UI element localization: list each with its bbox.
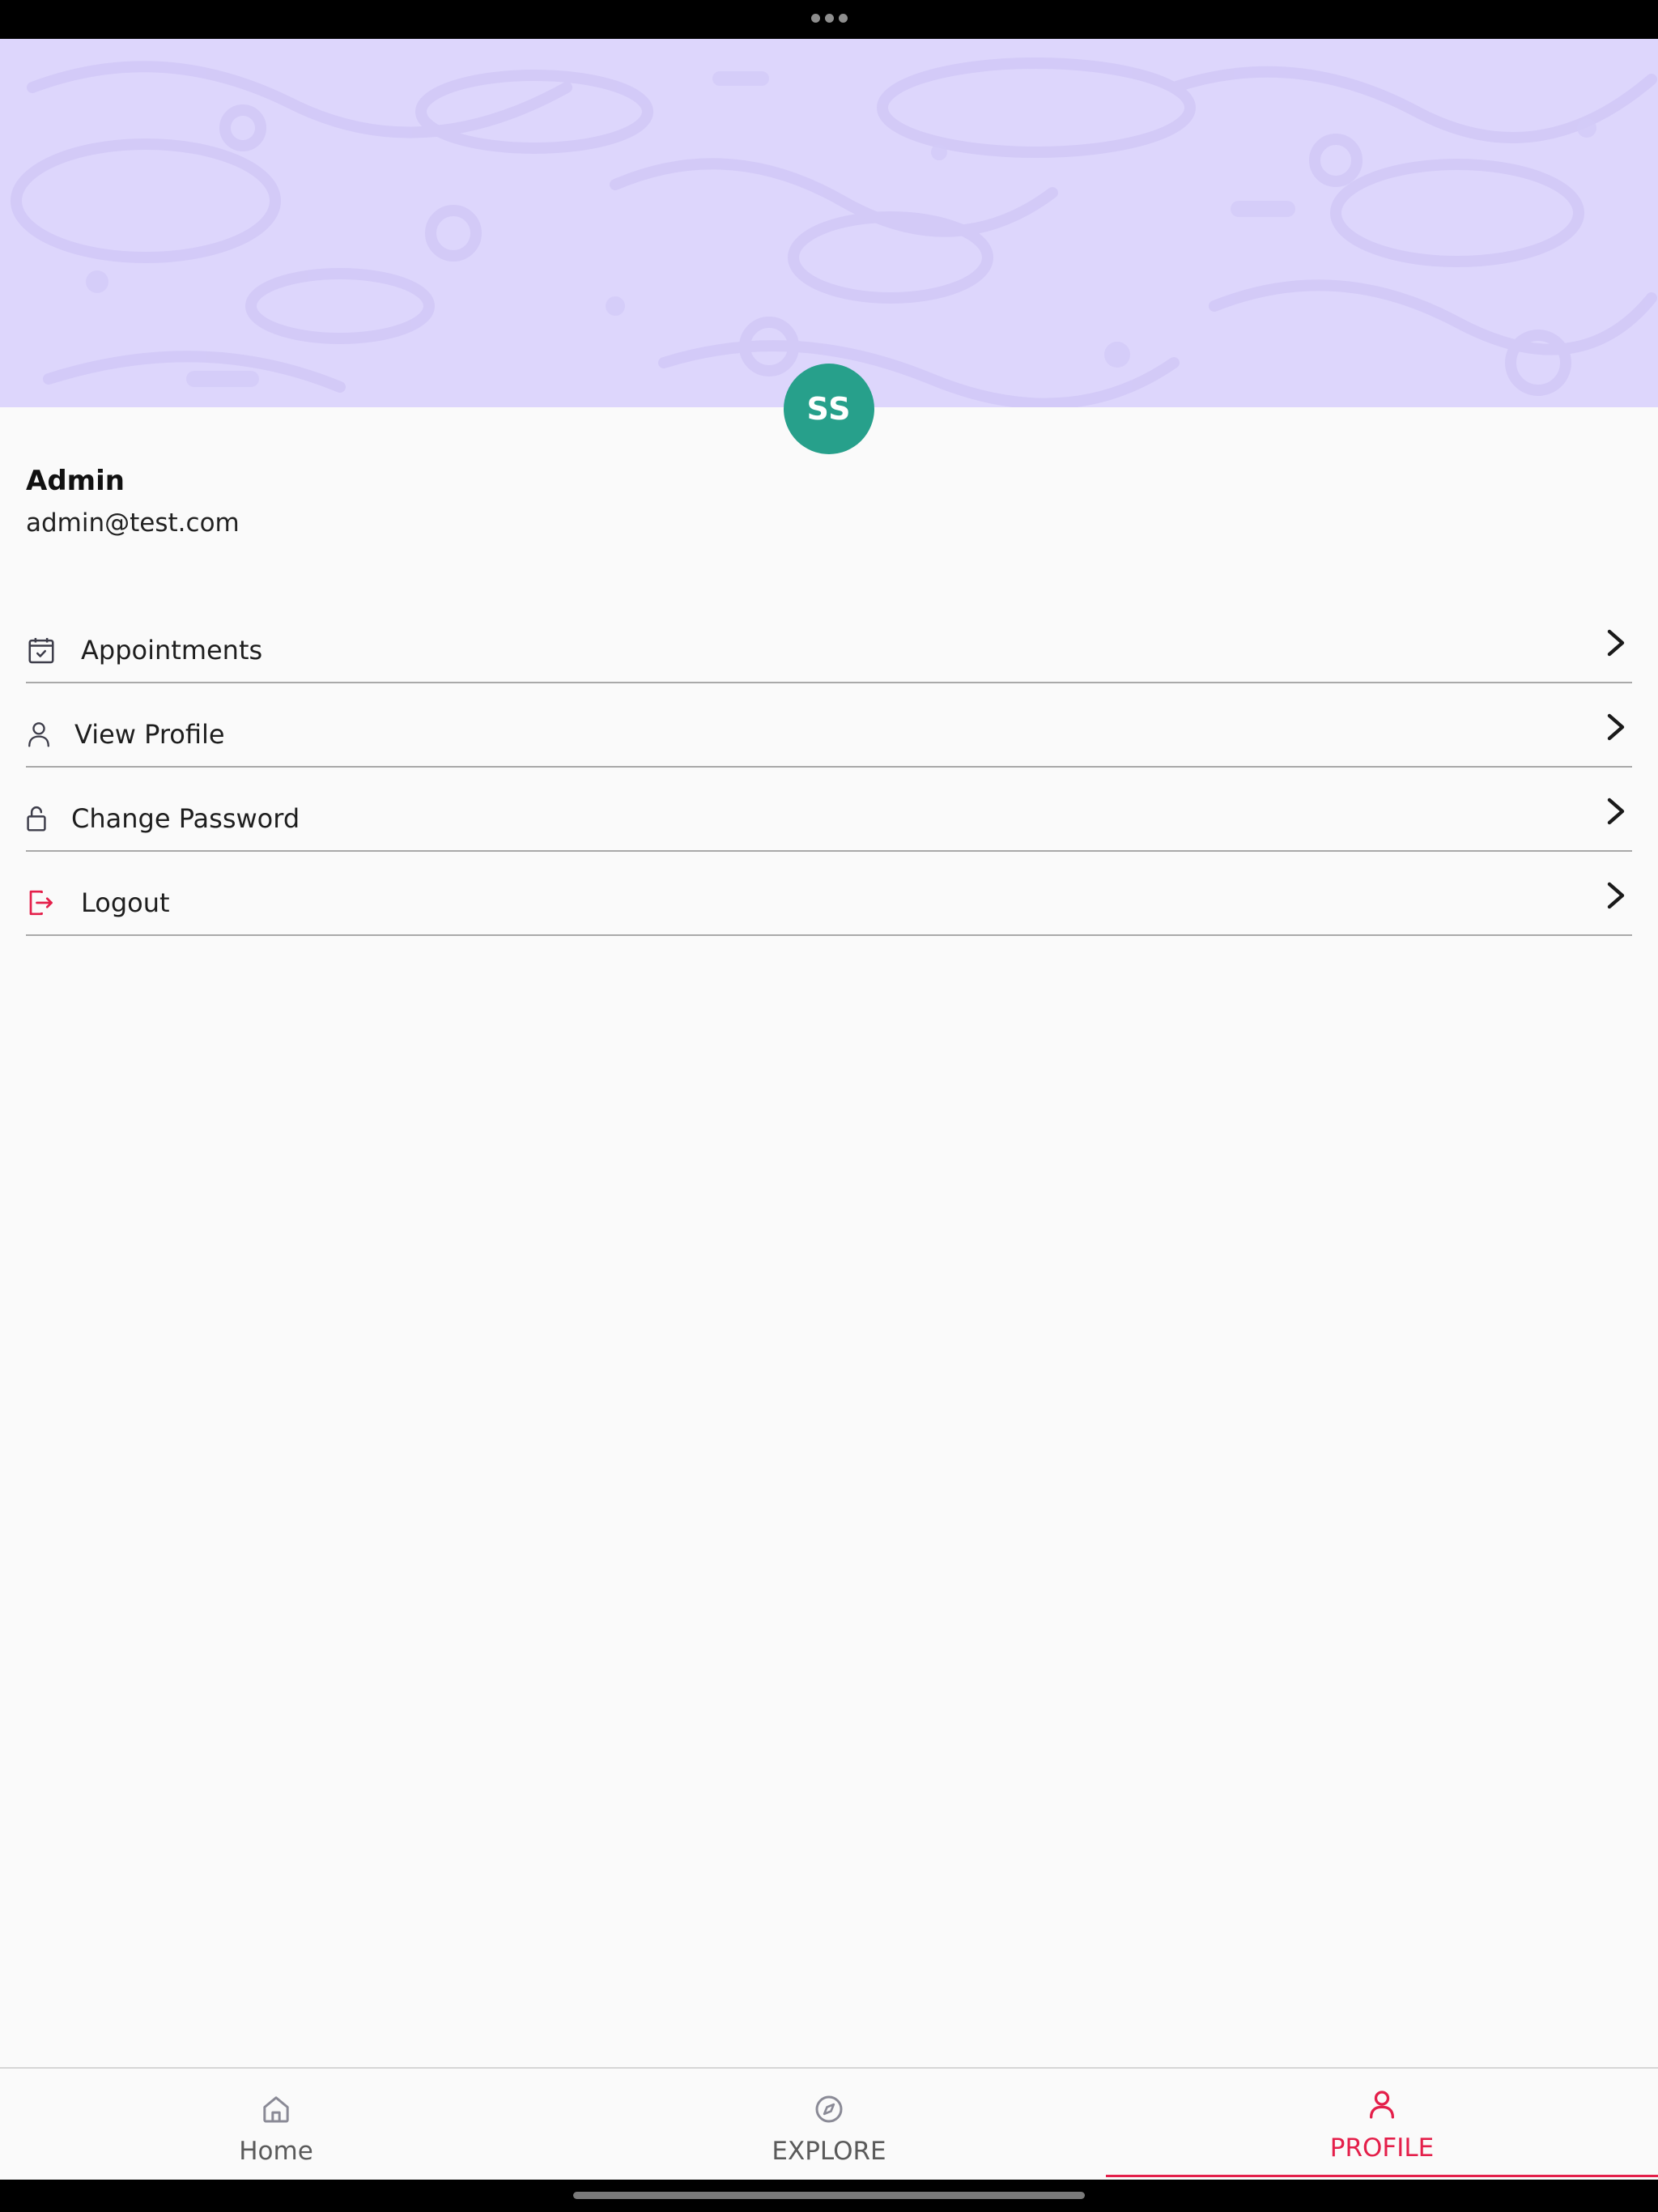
chevron-right-icon — [1607, 798, 1625, 825]
status-bar — [0, 0, 1658, 39]
user-email: admin@test.com — [26, 508, 240, 538]
system-home-bar — [0, 2180, 1658, 2212]
menu-item-appointments[interactable]: Appointments — [26, 599, 1632, 683]
menu-item-label: Change Password — [71, 803, 300, 834]
user-icon — [1370, 2091, 1394, 2119]
profile-menu: Appointments View Profile Change Passwor… — [26, 599, 1632, 936]
user-name: Admin — [26, 465, 125, 497]
logout-icon — [26, 887, 55, 919]
profile-banner — [0, 39, 1658, 407]
tab-label: EXPLORE — [772, 2137, 886, 2166]
menu-item-change-password[interactable]: Change Password — [26, 768, 1632, 852]
menu-item-label: Appointments — [81, 635, 263, 666]
tab-home[interactable]: Home — [0, 2069, 552, 2181]
tab-label: PROFILE — [1329, 2133, 1435, 2163]
active-tab-indicator — [1106, 2175, 1658, 2177]
chevron-right-icon — [1607, 713, 1625, 741]
chevron-right-icon — [1607, 629, 1625, 657]
lock-icon — [26, 802, 47, 835]
avatar[interactable]: SS — [784, 364, 874, 454]
tab-label: Home — [239, 2137, 313, 2166]
home-icon — [263, 2096, 289, 2123]
menu-item-label: View Profile — [74, 719, 225, 750]
multitasking-dots-icon[interactable] — [811, 14, 848, 23]
menu-item-logout[interactable]: Logout — [26, 852, 1632, 936]
menu-item-label: Logout — [81, 887, 170, 918]
chevron-right-icon — [1607, 882, 1625, 909]
tab-profile[interactable]: PROFILE — [1106, 2069, 1658, 2181]
calendar-check-icon — [26, 634, 57, 666]
compass-icon — [815, 2095, 843, 2123]
home-indicator[interactable] — [573, 2192, 1085, 2199]
bottom-navigation: Home EXPLORE PROFILE — [0, 2067, 1658, 2181]
user-icon — [26, 718, 52, 751]
banner-pattern — [11, 57, 1657, 407]
tab-explore[interactable]: EXPLORE — [553, 2069, 1105, 2181]
menu-item-view-profile[interactable]: View Profile — [26, 683, 1632, 768]
